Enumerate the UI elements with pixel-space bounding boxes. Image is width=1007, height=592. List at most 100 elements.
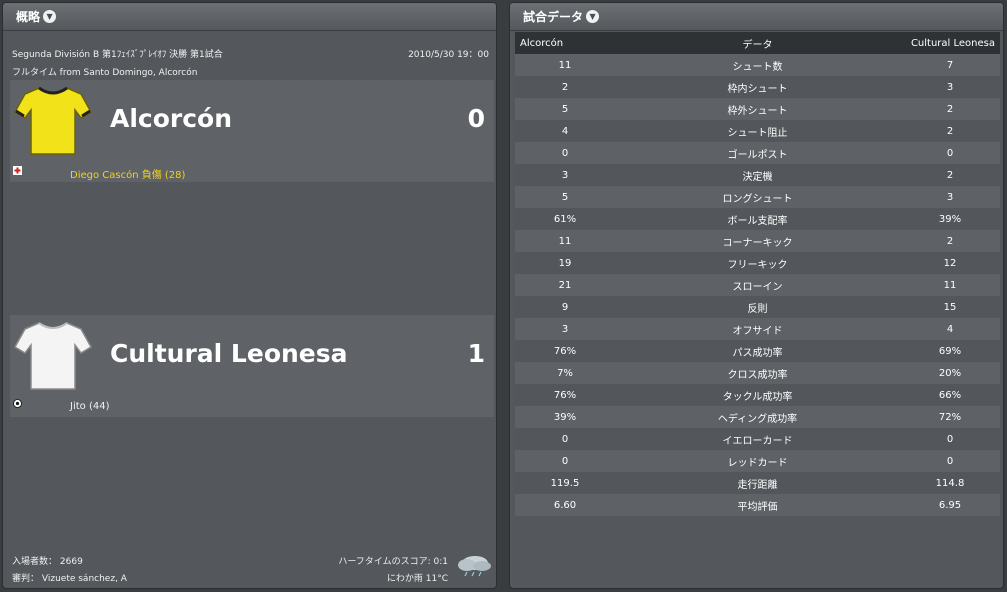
weather-text: にわか雨 11°C (386, 574, 448, 584)
stat-away-value: 3 (900, 76, 1000, 98)
stat-label: シュート阻止 (615, 120, 900, 142)
competition-label: Segunda División B 第1ﾌｪｲｽﾞﾌﾟﾚｲｵﾌ 決勝 第1試合 (12, 50, 223, 60)
stat-label: 反則 (615, 296, 900, 318)
stats-body: 11 シュート数 7 2 枠内シュート 3 5 枠外シュート 2 4 シュート阻止 2 0 ゴールポスト 0… (515, 54, 1000, 516)
stat-away-value: 11 (900, 274, 1000, 296)
table-row: 76% パス成功率 69% (515, 340, 1000, 362)
stat-label: イエローカード (615, 428, 900, 450)
stat-label: タックル成功率 (615, 384, 900, 406)
stat-label: 平均評価 (615, 494, 900, 516)
away-shirt-icon (13, 322, 93, 390)
stat-home-value: 76% (515, 340, 615, 362)
stat-away-value: 39% (900, 208, 1000, 230)
stats-header-row: Alcorcón データ Cultural Leonesa (515, 32, 1000, 54)
stat-away-value: 72% (900, 406, 1000, 428)
home-shirt-icon (13, 86, 93, 155)
attendance-label: 入場者数： (12, 557, 58, 567)
stat-away-value: 12 (900, 252, 1000, 274)
attendance-value: 2669 (59, 557, 83, 567)
table-row: 21 スローイン 11 (515, 274, 1000, 296)
stat-label: コーナーキック (615, 230, 900, 252)
stat-home-value: 0 (515, 142, 615, 164)
table-row: 3 決定機 2 (515, 164, 1000, 186)
chevron-down-icon[interactable]: ▼ (586, 10, 600, 23)
summary-title: 概略 (16, 10, 41, 24)
table-row: 4 シュート阻止 2 (515, 120, 1000, 142)
referee-row: 審判： Vizuete sánchez, A (12, 571, 127, 584)
table-row: 6.60 平均評価 6.95 (515, 494, 1000, 516)
halftime-score: ハーフタイムのスコア: 0:1 (338, 557, 448, 567)
stat-away-value: 3 (900, 186, 1000, 208)
summary-panel: 概略 ▼ Segunda División B 第1ﾌｪｲｽﾞﾌﾟﾚｲｵﾌ 決勝… (2, 2, 497, 589)
stat-away-value: 66% (900, 384, 1000, 406)
stat-home-value: 39% (515, 406, 615, 428)
table-row: 3 オフサイド 4 (515, 318, 1000, 340)
table-row: 19 フリーキック 12 (515, 252, 1000, 274)
stat-home-value: 3 (515, 164, 615, 186)
home-team-score: 0 (467, 104, 485, 133)
stat-away-value: 0 (900, 450, 1000, 472)
away-event-text[interactable]: Jito (44) (70, 401, 109, 412)
stat-away-value: 4 (900, 318, 1000, 340)
chevron-down-icon[interactable]: ▼ (43, 10, 57, 23)
goal-ball-icon (13, 399, 22, 408)
rain-cloud-icon (458, 556, 491, 577)
stats-title: 試合データ (523, 10, 584, 24)
stat-home-value: 5 (515, 186, 615, 208)
match-status-venue: フルタイム from Santo Domingo, Alcorcón (12, 68, 198, 78)
stat-label: クロス成功率 (615, 362, 900, 384)
stats-header-home: Alcorcón (515, 32, 615, 54)
stats-table: Alcorcón データ Cultural Leonesa 11 シュート数 7 2 枠… (515, 32, 1000, 516)
stat-away-value: 7 (900, 54, 1000, 76)
stat-label: オフサイド (615, 318, 900, 340)
stat-home-value: 61% (515, 208, 615, 230)
summary-header: 概略 ▼ (3, 3, 496, 31)
away-team-block: Cultural Leonesa 1 Jito (44) (10, 315, 494, 417)
stat-label: パス成功率 (615, 340, 900, 362)
table-row: 7% クロス成功率 20% (515, 362, 1000, 384)
table-row: 0 レッドカード 0 (515, 450, 1000, 472)
stats-header-away: Cultural Leonesa (900, 32, 1000, 54)
table-row: 11 コーナーキック 2 (515, 230, 1000, 252)
match-datetime: 2010/5/30 19：00 (408, 50, 489, 60)
stat-away-value: 6.95 (900, 494, 1000, 516)
stat-home-value: 21 (515, 274, 615, 296)
table-row: 2 枠内シュート 3 (515, 76, 1000, 98)
stat-home-value: 76% (515, 384, 615, 406)
table-row: 9 反則 15 (515, 296, 1000, 318)
stat-label: ゴールポスト (615, 142, 900, 164)
stat-home-value: 19 (515, 252, 615, 274)
stat-label: スローイン (615, 274, 900, 296)
stat-label: ボール支配率 (615, 208, 900, 230)
stat-label: 走行距離 (615, 472, 900, 494)
referee-name[interactable]: Vizuete sánchez, A (42, 574, 127, 584)
injury-icon (13, 166, 22, 175)
away-team-name[interactable]: Cultural Leonesa (110, 339, 348, 368)
stats-panel: 試合データ ▼ Alcorcón データ Cultural Leonesa 11… (509, 2, 1004, 589)
stat-away-value: 0 (900, 428, 1000, 450)
home-team-block: Alcorcón 0 Diego Cascón 負傷 (28) (10, 80, 494, 182)
stat-home-value: 0 (515, 428, 615, 450)
attendance-row: 入場者数： 2669 (12, 554, 83, 567)
stat-home-value: 11 (515, 54, 615, 76)
stat-label: フリーキック (615, 252, 900, 274)
table-row: 119.5 走行距離 114.8 (515, 472, 1000, 494)
stat-away-value: 2 (900, 120, 1000, 142)
stat-home-value: 11 (515, 230, 615, 252)
stat-away-value: 69% (900, 340, 1000, 362)
stats-header: 試合データ ▼ (510, 3, 1003, 31)
table-row: 0 イエローカード 0 (515, 428, 1000, 450)
table-row: 5 ロングシュート 3 (515, 186, 1000, 208)
stat-home-value: 0 (515, 450, 615, 472)
stat-home-value: 7% (515, 362, 615, 384)
stats-header-label: データ (615, 32, 900, 54)
table-row: 39% ヘディング成功率 72% (515, 406, 1000, 428)
stat-home-value: 3 (515, 318, 615, 340)
stat-label: 決定機 (615, 164, 900, 186)
stat-away-value: 2 (900, 98, 1000, 120)
table-row: 76% タックル成功率 66% (515, 384, 1000, 406)
referee-label: 審判： (12, 574, 40, 584)
table-row: 11 シュート数 7 (515, 54, 1000, 76)
home-event-text[interactable]: Diego Cascón 負傷 (28) (70, 166, 185, 181)
home-team-name[interactable]: Alcorcón (110, 104, 232, 133)
